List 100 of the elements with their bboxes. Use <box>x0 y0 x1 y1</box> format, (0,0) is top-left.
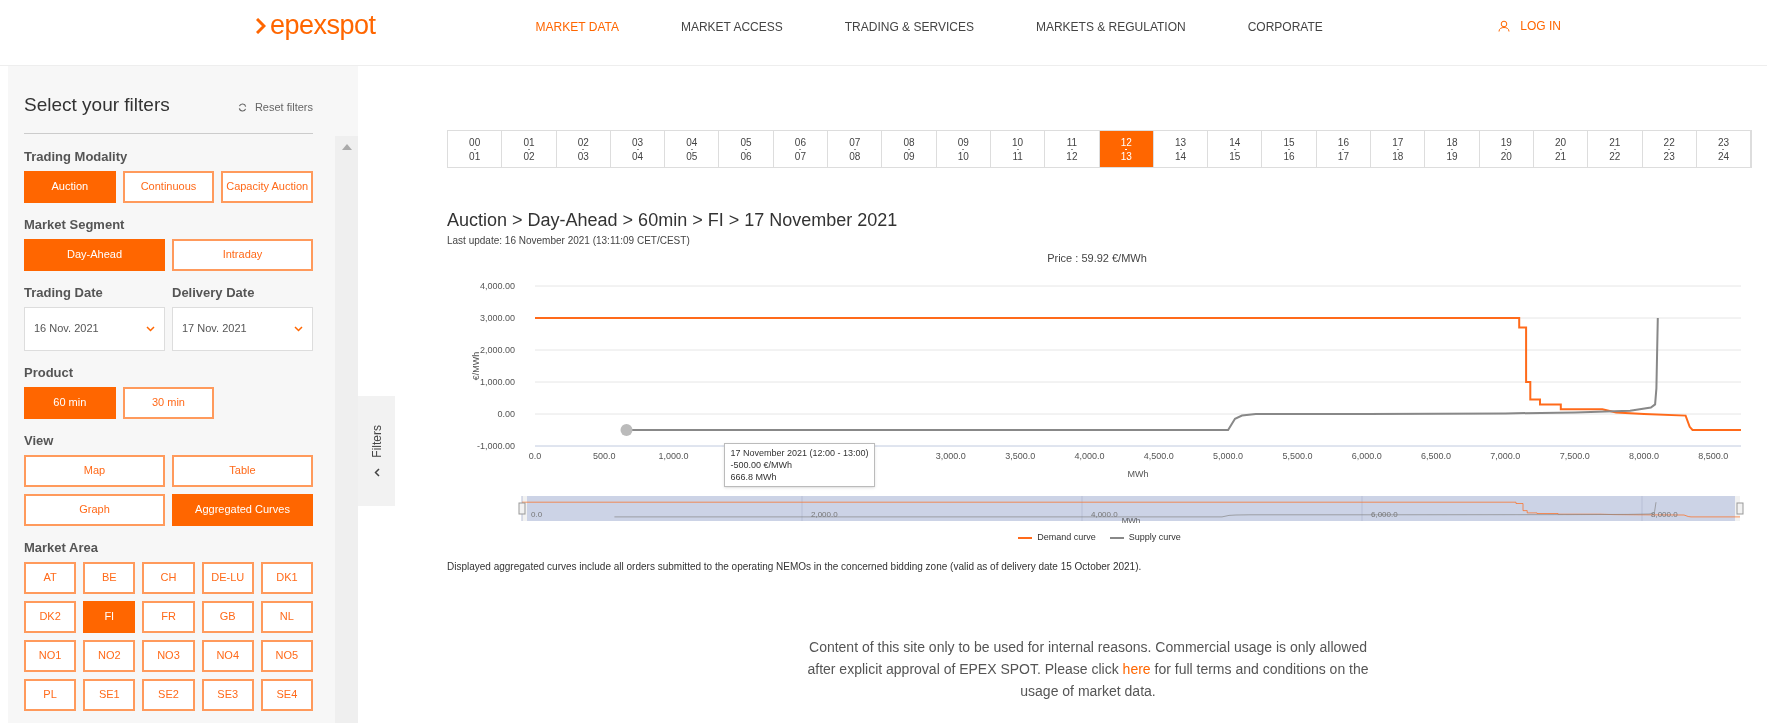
filter-option[interactable]: DE-LU <box>201 561 254 594</box>
filter-option[interactable]: DK1 <box>260 561 313 594</box>
refresh-icon <box>237 102 247 112</box>
filter-option[interactable]: SE4 <box>260 678 313 711</box>
x-tick-label: 500.0 <box>593 451 616 461</box>
x-tick-label: 4,000.0 <box>1074 451 1105 461</box>
login-link[interactable]: LOG IN <box>1498 16 1561 35</box>
date-select[interactable]: 17 Nov. 2021 <box>172 306 313 351</box>
chevron-down-icon <box>294 325 303 332</box>
filter-option[interactable]: SE3 <box>201 678 254 711</box>
filter-option[interactable]: 60 min <box>24 386 116 419</box>
filter-option[interactable]: Day-Ahead <box>24 238 165 271</box>
filter-option[interactable]: GB <box>201 600 254 633</box>
x-tick-label: 8,000.0 <box>1628 451 1659 461</box>
group-label: Trading Modality <box>24 147 129 166</box>
curves-note: Displayed aggregated curves include all orders submitted to the operating NEMOs in the concerned bidding zone (valid as of delivery date 15 October 2021). <box>447 559 1143 574</box>
chevron-down-icon <box>146 325 155 332</box>
x-tick-label: 6,500.0 <box>1421 451 1452 461</box>
filter-option[interactable]: Map <box>24 454 165 487</box>
group-label: Trading Date <box>24 283 104 302</box>
chart-title: Price : 59.92 €/MWh <box>1047 252 1147 264</box>
x-tick-label: 1,000.0 <box>658 451 689 461</box>
chart-heading: Auction > Day-Ahead > 60min > FI > 17 November 2021 <box>447 209 899 232</box>
y-axis-title: €/MWh <box>471 351 481 381</box>
filter-option[interactable]: NO5 <box>260 639 313 672</box>
scrollbar-track[interactable] <box>335 136 358 723</box>
nav-link[interactable]: TRADING & SERVICES <box>844 17 974 36</box>
logo[interactable]: epexspot <box>256 12 376 39</box>
filter-option[interactable]: AT <box>24 561 77 594</box>
x-tick-label: 3,000.0 <box>935 451 966 461</box>
y-tick-label: 4,000.00 <box>479 281 515 291</box>
x-tick-label: 0.0 <box>528 451 542 461</box>
group-label: Market Area <box>24 538 99 557</box>
filter-option[interactable]: FI <box>83 600 136 633</box>
hour-tab[interactable]: 12 13 <box>1099 131 1154 167</box>
scroll-up-icon <box>341 144 352 150</box>
x-axis-title: MWh <box>1127 469 1149 479</box>
group-label: View <box>24 431 55 450</box>
x-tick-label: 7,000.0 <box>1490 451 1521 461</box>
x-tick-label: 5,500.0 <box>1282 451 1313 461</box>
terms-link[interactable]: here <box>1122 660 1151 677</box>
chevron-left-icon <box>373 467 380 477</box>
filter-option[interactable]: SE2 <box>142 678 195 711</box>
navigator-label: 2,000.0 <box>811 510 838 519</box>
filter-option[interactable]: DK2 <box>24 600 77 633</box>
filter-option[interactable]: NO2 <box>83 639 136 672</box>
x-tick-label: 4,500.0 <box>1143 451 1174 461</box>
group-label: Product <box>24 363 75 382</box>
navigator-label: 4,000.0 <box>1091 510 1118 519</box>
navigator-unit: MWh <box>1121 516 1141 525</box>
user-icon <box>1498 19 1511 32</box>
filter-option[interactable]: NO4 <box>201 639 254 672</box>
filter-option[interactable]: Table <box>172 454 313 487</box>
x-tick-label: 5,000.0 <box>1213 451 1244 461</box>
filters-tab[interactable]: Filters <box>358 396 395 506</box>
tooltip-line: -500.00 €/MWh <box>730 459 793 471</box>
group-label: Market Segment <box>24 215 126 234</box>
nav-link[interactable]: CORPORATE <box>1247 17 1323 36</box>
sidebar-title: Select your filters <box>24 93 170 117</box>
y-tick-label: -1,000.00 <box>476 441 515 451</box>
filter-option[interactable]: FR <box>142 600 195 633</box>
tooltip-line: 666.8 MWh <box>730 471 778 483</box>
x-tick-label: 7,500.0 <box>1559 451 1590 461</box>
y-tick-label: 0.00 <box>497 409 515 419</box>
navigator-drawing[interactable] <box>518 496 1744 522</box>
disclaimer-text: Content of this site only to be used for internal reasons. Commercial usage is only allowed after explicit approval of EPEX SPOT. Please click here for full terms and conditions on the usage of market data. <box>806 637 1370 701</box>
filter-option[interactable]: CH <box>142 561 195 594</box>
y-tick-label: 2,000.00 <box>479 345 515 355</box>
reset-filters-button[interactable]: Reset filters <box>237 99 313 116</box>
filter-option[interactable]: PL <box>24 678 77 711</box>
legend-item[interactable]: Demand curve <box>1018 531 1096 545</box>
filter-option[interactable]: Intraday <box>172 238 313 271</box>
filter-option[interactable]: NO3 <box>142 639 195 672</box>
y-tick-label: 1,000.00 <box>479 377 515 387</box>
filter-option[interactable]: Graph <box>24 493 165 526</box>
tooltip-line: 17 November 2021 (12:00 - 13:00) <box>730 447 869 459</box>
date-select[interactable]: 16 Nov. 2021 <box>24 306 165 351</box>
x-tick-label: 3,500.0 <box>1005 451 1036 461</box>
filter-option[interactable]: NL <box>260 600 313 633</box>
filter-option[interactable]: Capacity Auction <box>221 170 313 203</box>
filter-option[interactable]: NO1 <box>24 639 77 672</box>
legend-item[interactable]: Supply curve <box>1109 531 1181 545</box>
last-update-text: Last update: 16 November 2021 (13:11:09 CET/CEST) <box>447 234 691 248</box>
filter-option[interactable]: Aggregated Curves <box>172 493 313 526</box>
group-label: Delivery Date <box>172 283 256 302</box>
x-tick-label: 6,000.0 <box>1351 451 1382 461</box>
nav-link[interactable]: MARKET DATA <box>535 17 619 36</box>
hover-marker <box>620 424 633 436</box>
x-tick-label: 8,500.0 <box>1698 451 1729 461</box>
filter-option[interactable]: Auction <box>24 170 116 203</box>
filter-option[interactable]: SE1 <box>83 678 136 711</box>
filter-option[interactable]: Continuous <box>122 170 215 203</box>
navigator-label: 0.0 <box>531 510 543 519</box>
filter-option[interactable]: 30 min <box>122 386 215 419</box>
nav-link[interactable]: MARKETS & REGULATION <box>1035 17 1186 36</box>
filter-option[interactable]: BE <box>83 561 136 594</box>
navigator-label: 6,000.0 <box>1371 510 1398 519</box>
chevron-logo-icon <box>256 17 266 34</box>
nav-link[interactable]: MARKET ACCESS <box>680 17 783 36</box>
y-tick-label: 3,000.00 <box>479 313 515 323</box>
